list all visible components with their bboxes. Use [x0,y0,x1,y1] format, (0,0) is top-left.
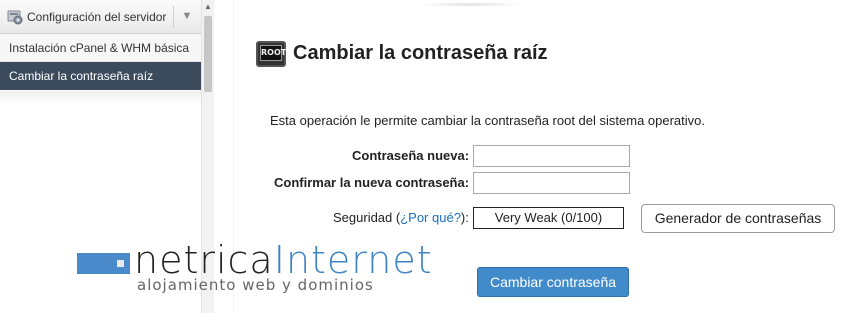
new-password-label: Contraseña nueva: [352,148,470,163]
divider [173,6,174,28]
sidebar-header-title: Configuración del servidor [27,10,167,24]
root-terminal-icon: ROOT [256,41,286,67]
page-title: Cambiar la contraseña raíz [293,42,548,64]
new-password-field[interactable] [473,145,630,167]
change-password-button[interactable]: Cambiar contraseña [477,267,629,297]
sidebar-section-header[interactable]: Configuración del servidor ▼ [0,0,201,34]
sidebar-item-basic-install[interactable]: Instalación cPanel & WHM básica [0,34,201,62]
chevron-down-icon[interactable]: ▼ [179,8,195,24]
top-loading-bar [420,3,520,6]
password-generator-button[interactable]: Generador de contraseñas [641,204,835,233]
confirm-password-field[interactable] [473,172,630,194]
page-description: Esta operación le permite cambiar la con… [270,113,705,128]
confirm-password-label: Confirmar la nueva contraseña: [274,175,470,190]
logo-mark [77,253,130,274]
sidebar-fade [0,91,201,105]
logo-tagline: alojamiento web y dominios [137,276,374,294]
scroll-up-icon[interactable]: ▲ [202,0,214,14]
security-label: Seguridad (¿Por qué?): [333,210,469,225]
why-link[interactable]: ¿Por qué? [400,210,461,225]
server-config-icon [7,10,23,25]
scrollbar-thumb[interactable] [204,16,212,92]
sidebar-item-change-root-password[interactable]: Cambiar la contraseña raíz [0,62,201,90]
password-strength-meter: Very Weak (0/100) [473,207,624,229]
